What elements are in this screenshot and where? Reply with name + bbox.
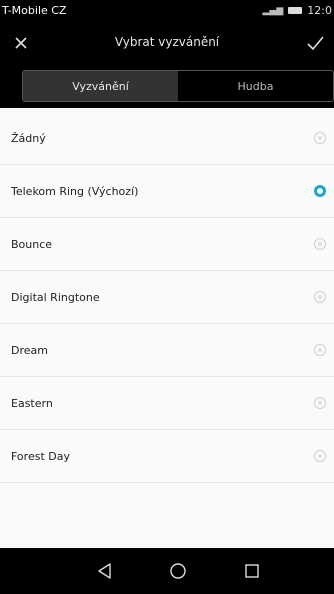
ringtone-list: Žádný Telekom Ring (Výchozí) Bounce Digi…	[0, 112, 334, 483]
status-bar: T-Mobile CZ ▂▄▆ 12:0	[0, 0, 334, 22]
radio-button[interactable]	[314, 450, 326, 462]
back-button[interactable]	[95, 561, 115, 581]
home-circle-icon	[170, 563, 186, 579]
app-bar: Vybrat vyzvánění	[0, 22, 334, 66]
ringtone-label: Dream	[11, 343, 48, 357]
radio-button[interactable]	[314, 344, 326, 356]
ringtone-label: Telekom Ring (Výchozí)	[11, 184, 139, 198]
ringtone-label: Žádný	[11, 131, 46, 145]
tab-ringtones[interactable]: Vyzvánění	[23, 71, 178, 101]
ringtone-label: Forest Day	[11, 449, 70, 463]
page-title: Vybrat vyzvánění	[114, 35, 220, 49]
clock: 12:0	[307, 4, 332, 17]
list-item[interactable]: Eastern	[0, 377, 334, 430]
tab-group: Vyzvánění Hudba	[22, 70, 334, 102]
status-icons: ▂▄▆ 12:0	[263, 4, 332, 17]
radio-button[interactable]	[314, 238, 326, 250]
list-item[interactable]: Digital Ringtone	[0, 271, 334, 324]
radio-button[interactable]	[314, 132, 326, 144]
list-item[interactable]: Telekom Ring (Výchozí)	[0, 165, 334, 218]
ringtone-label: Bounce	[11, 237, 53, 251]
list-item[interactable]: Žádný	[0, 112, 334, 165]
home-button[interactable]	[168, 561, 188, 581]
checkmark-icon	[307, 36, 324, 51]
radio-button[interactable]	[314, 397, 326, 409]
back-triangle-icon	[98, 563, 111, 579]
recents-square-icon	[245, 564, 259, 578]
list-item[interactable]: Bounce	[0, 218, 334, 271]
signal-icon: ▂▄▆	[262, 5, 284, 16]
ringtone-label: Eastern	[11, 396, 53, 410]
carrier-label: T-Mobile CZ	[2, 4, 67, 17]
list-item[interactable]: Forest Day	[0, 430, 334, 483]
tab-music[interactable]: Hudba	[178, 71, 333, 101]
recents-button[interactable]	[242, 561, 262, 581]
radio-button-selected[interactable]	[314, 185, 326, 197]
tab-bar: Vyzvánění Hudba	[0, 66, 334, 108]
confirm-button[interactable]	[302, 30, 328, 56]
list-item[interactable]: Dream	[0, 324, 334, 377]
navigation-bar	[0, 548, 334, 594]
radio-button[interactable]	[314, 291, 326, 303]
battery-icon	[288, 7, 303, 14]
ringtone-label: Digital Ringtone	[11, 290, 100, 304]
